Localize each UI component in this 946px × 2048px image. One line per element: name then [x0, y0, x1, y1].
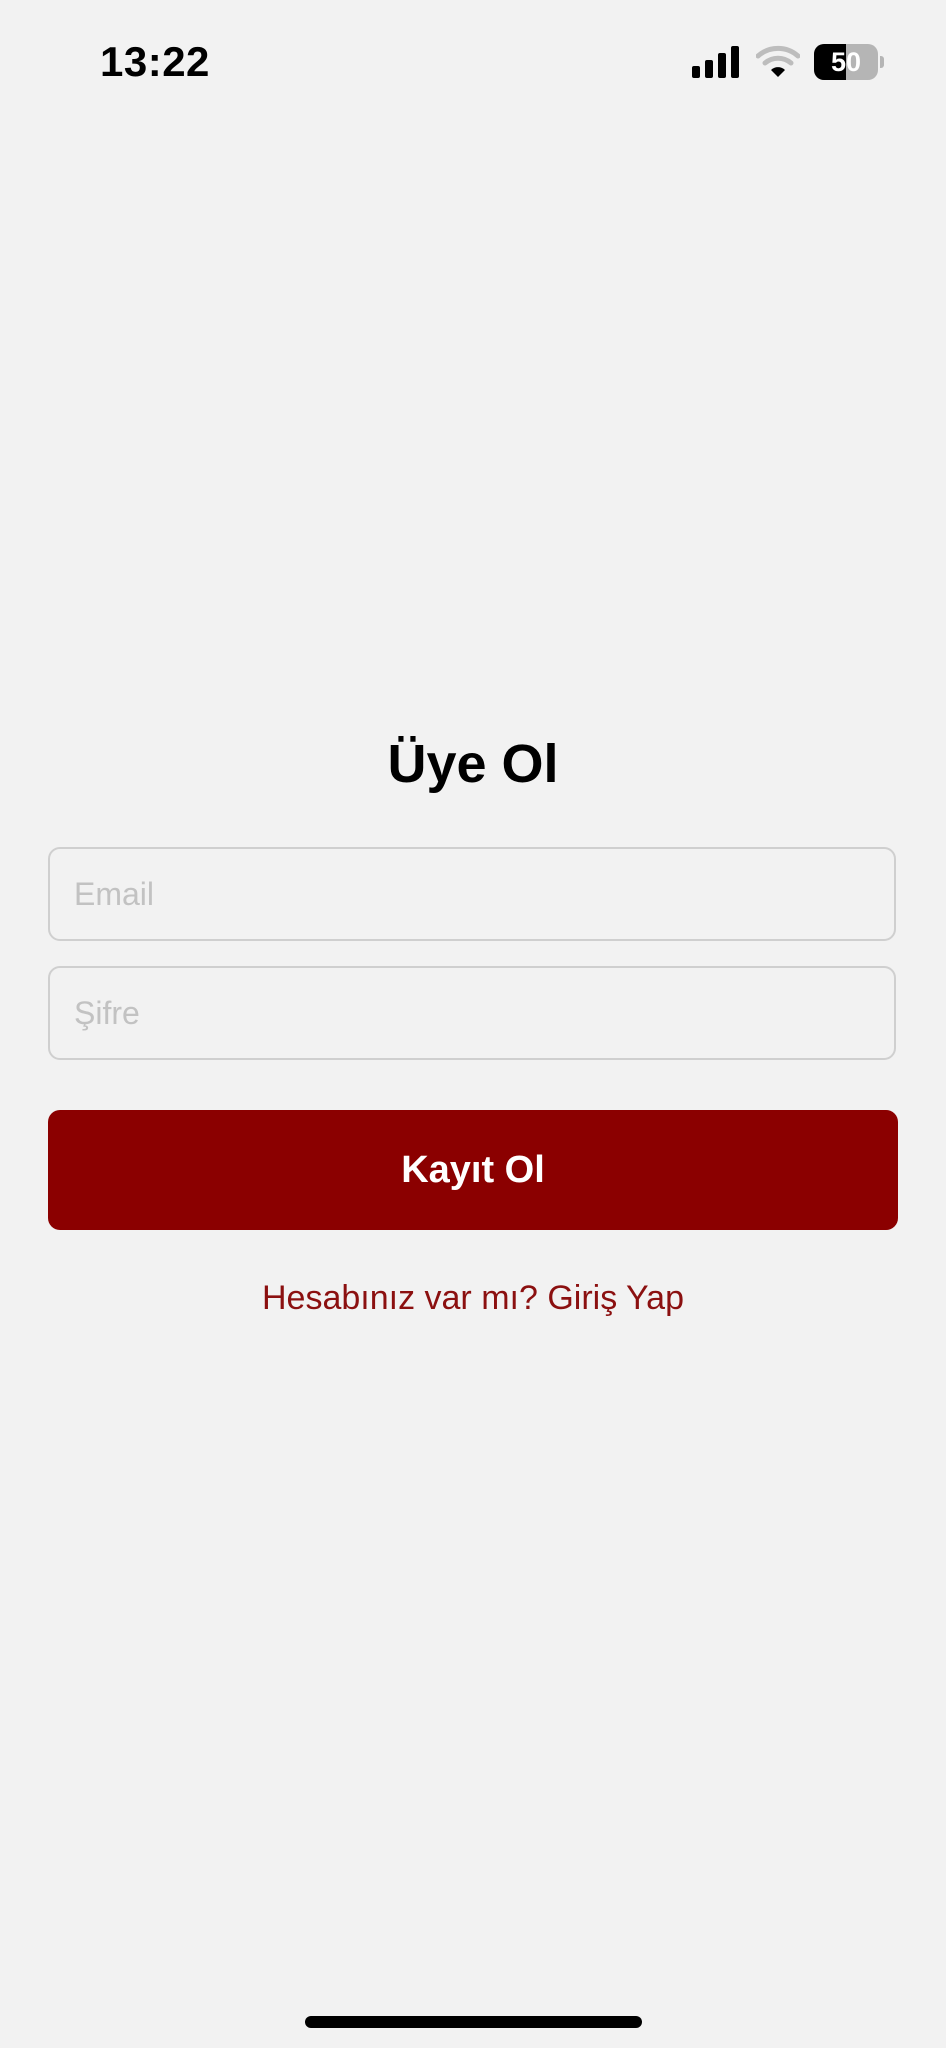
- battery-cap: [880, 56, 884, 68]
- battery-body: 50: [814, 44, 878, 80]
- wifi-icon: [756, 45, 800, 77]
- battery-level: 50: [830, 47, 862, 77]
- password-field[interactable]: [48, 966, 896, 1060]
- status-bar: 13:22 50: [0, 0, 946, 120]
- status-time: 13:22: [100, 38, 210, 85]
- signal-icon: [692, 46, 739, 78]
- page-title: Üye Ol: [387, 734, 559, 794]
- email-field[interactable]: [48, 847, 896, 941]
- home-indicator[interactable]: [305, 2016, 642, 2028]
- login-link[interactable]: Hesabınız var mı? Giriş Yap: [0, 1274, 946, 1322]
- battery-icon: 50: [814, 44, 884, 80]
- register-button[interactable]: Kayıt Ol: [48, 1110, 898, 1230]
